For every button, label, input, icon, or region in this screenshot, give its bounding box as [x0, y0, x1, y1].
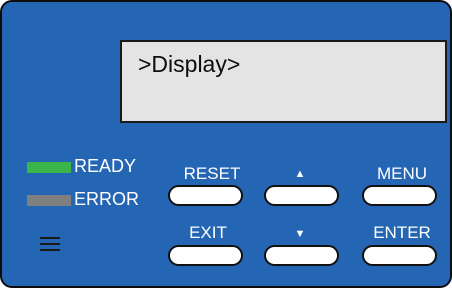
lcd-display: >Display> [120, 40, 447, 123]
menu-button[interactable] [362, 185, 437, 206]
control-panel: >Display> READY ERROR RESET ▲ MENU EXIT … [0, 0, 452, 288]
down-button[interactable] [264, 245, 339, 266]
menu-icon[interactable] [40, 237, 60, 253]
reset-button[interactable] [168, 185, 243, 206]
ready-led [27, 162, 71, 173]
enter-button[interactable] [362, 245, 437, 266]
exit-label: EXIT [189, 223, 227, 242]
reset-label: RESET [183, 164, 241, 183]
up-arrow-icon: ▲ [294, 168, 306, 180]
error-led [27, 195, 71, 206]
lcd-text: >Display> [138, 51, 241, 77]
ready-label: READY [74, 156, 137, 176]
enter-label: ENTER [373, 223, 431, 242]
menu-label: MENU [376, 164, 428, 183]
error-label: ERROR [74, 189, 140, 209]
down-arrow-icon: ▼ [294, 228, 306, 240]
up-button[interactable] [264, 185, 339, 206]
exit-button[interactable] [168, 245, 243, 266]
